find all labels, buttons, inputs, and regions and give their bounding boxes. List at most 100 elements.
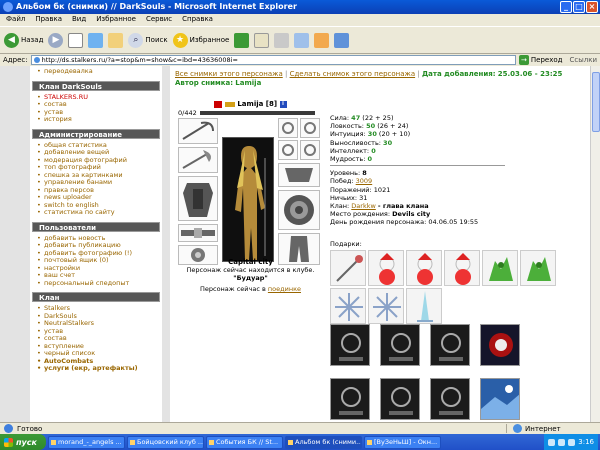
stat-value: 30 [383, 138, 393, 147]
menu-file[interactable]: Файл [6, 15, 25, 25]
back-arrow-icon: ◀ [4, 32, 19, 48]
snowflake-gift[interactable] [330, 288, 366, 324]
teddy-bear-gift[interactable] [368, 250, 404, 286]
vertical-scrollbar[interactable] [590, 66, 600, 422]
tray-icon[interactable] [558, 438, 566, 446]
page-icon [4, 424, 13, 433]
separator: | [284, 70, 288, 78]
album-picture[interactable] [380, 324, 420, 366]
character-portrait [222, 137, 274, 262]
sidebar-section-title: Пользователи [32, 221, 160, 232]
sidebar-item[interactable]: история [37, 115, 162, 124]
menu-view[interactable]: Вид [72, 15, 86, 25]
taskbar-button[interactable]: [ВуЗеНьШ] - Окн... [364, 435, 441, 449]
research-icon[interactable] [334, 32, 350, 48]
blue-scene-image [481, 379, 519, 419]
green-dragon-gift[interactable] [482, 250, 518, 286]
gifts-section: Подарки: [330, 240, 570, 324]
album-picture[interactable] [330, 378, 370, 420]
taskbar-button[interactable]: Бойцовский клуб ... [127, 435, 204, 449]
album-picture[interactable] [480, 378, 520, 420]
sidebar-item[interactable]: услуги (екр, артефакты) [37, 364, 162, 373]
print-icon[interactable] [274, 32, 290, 48]
album-picture[interactable] [430, 324, 470, 366]
shield-slot[interactable] [278, 190, 320, 230]
zone-text: Интернет [525, 424, 561, 433]
sidebar-section-title: Администрирование [32, 128, 160, 139]
url-field[interactable]: http://ds.stalkers.ru/?a=stop&m=show&c=i… [30, 55, 516, 65]
snowflake-gift[interactable] [368, 288, 404, 324]
menu-favorites[interactable]: Избранное [96, 15, 136, 25]
taskbar-button[interactable]: Альбом бк (сними... [285, 435, 362, 449]
scrollbar-thumb[interactable] [592, 72, 600, 132]
sidebar-item[interactable]: персональный спедопыт [37, 279, 162, 288]
clan-link[interactable]: Darkkw [351, 202, 376, 210]
home-icon[interactable] [108, 32, 124, 48]
minimize-button[interactable]: _ [560, 1, 572, 13]
armor-slot[interactable] [178, 176, 218, 221]
refresh-icon[interactable] [88, 32, 104, 48]
teddy-bear-icon [455, 253, 471, 285]
gloves-slot[interactable] [278, 163, 320, 187]
album-picture[interactable] [330, 324, 370, 366]
taskbar-button[interactable]: morand_-_angels ... [48, 435, 125, 449]
green-dragon-gift[interactable] [520, 250, 556, 286]
menu-edit[interactable]: Правка [35, 15, 62, 25]
album-picture[interactable] [480, 324, 520, 366]
messenger-icon[interactable] [314, 32, 330, 48]
helmet-slot[interactable] [178, 118, 218, 144]
teddy-bear-gift[interactable] [444, 250, 480, 286]
losses-row: Поражений: 1021 [330, 186, 510, 194]
start-button[interactable]: пуск [0, 434, 46, 450]
author-label: Автор снимка: [175, 79, 234, 87]
go-button[interactable]: → Переход [518, 55, 562, 65]
duel-link[interactable]: поединке [268, 285, 301, 293]
favorites-button[interactable]: ★ Избранное [172, 32, 229, 48]
ice-tower-gift[interactable] [406, 288, 442, 324]
teddy-bear-gift[interactable] [406, 250, 442, 286]
teddy-bear-icon [379, 253, 395, 285]
menu-help[interactable]: Справка [182, 15, 213, 25]
stat-label: Выносливость: [330, 138, 381, 147]
ring-slot-1[interactable] [278, 118, 298, 138]
page-content: переодевалка Клан DarkSoulsSTALKERS.RUсо… [0, 66, 600, 422]
globe-icon [513, 424, 522, 433]
losses-label: Поражений: [330, 185, 372, 194]
weapon-slot[interactable] [178, 147, 218, 173]
sidebar-item-wardrobe[interactable]: переодевалка [37, 67, 162, 76]
mail-icon[interactable] [254, 32, 270, 48]
tray-icon[interactable] [568, 438, 576, 446]
wins-value[interactable]: 3009 [356, 177, 373, 185]
tray-icon[interactable] [548, 438, 556, 446]
taskbar: пуск morand_-_angels ... Бойцовский клуб … [0, 434, 600, 450]
links-label[interactable]: Ссылки [569, 56, 597, 64]
album-picture[interactable] [380, 378, 420, 420]
stat-label: Интеллект: [330, 146, 370, 155]
go-arrow-icon: → [518, 55, 529, 65]
close-button[interactable]: × [586, 1, 598, 13]
forward-button[interactable]: ▶ [48, 32, 64, 48]
hp-value: 0/442 [178, 109, 197, 117]
edit-icon[interactable] [294, 32, 310, 48]
rose-charm-gift[interactable] [330, 250, 366, 286]
stat-row: Выносливость: 30 [330, 139, 510, 147]
search-button[interactable]: ⌕ Поиск [128, 32, 168, 48]
taskbar-button[interactable]: События БК // St... [206, 435, 283, 449]
ring-slot-3[interactable] [278, 140, 298, 160]
stop-icon[interactable] [68, 32, 84, 48]
all-photos-link[interactable]: Все снимки этого персонажа [175, 70, 283, 78]
ring-slot-2[interactable] [300, 118, 320, 138]
axe-icon [182, 150, 211, 169]
make-photo-link[interactable]: Сделать снимок этого персонажа [290, 70, 416, 78]
back-button[interactable]: ◀ Назад [4, 32, 43, 48]
ring-icon [304, 122, 316, 134]
ring-slot-4[interactable] [300, 140, 320, 160]
maximize-button[interactable]: □ [573, 1, 585, 13]
history-icon[interactable] [234, 32, 250, 48]
belt-slot[interactable] [178, 224, 218, 242]
sidebar-item[interactable]: статистика по сайту [37, 208, 162, 217]
album-picture[interactable] [430, 378, 470, 420]
menu-tools[interactable]: Сервис [146, 15, 172, 25]
info-badge[interactable]: i [279, 100, 287, 108]
sidebar-sections: Клан DarkSoulsSTALKERS.RUсоставустависто… [30, 80, 162, 375]
